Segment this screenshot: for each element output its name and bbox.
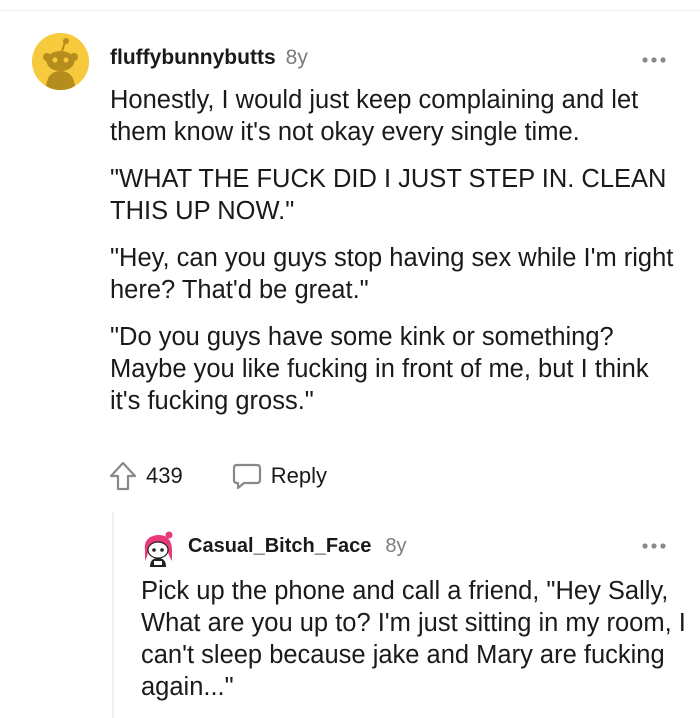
reply-body: Pick up the phone and call a friend, "He…	[141, 577, 686, 701]
reply-icon[interactable]	[231, 462, 263, 490]
reply-age: 8y	[385, 535, 407, 557]
comment-author[interactable]: fluffybunnybutts	[110, 46, 276, 70]
reply-avatar[interactable]	[141, 531, 175, 567]
comment-paragraph: Honestly, I would just keep complaining …	[110, 86, 639, 146]
avatar[interactable]	[32, 33, 89, 90]
more-dots-icon	[642, 543, 666, 549]
comment-header: fluffybunnybutts 8y	[110, 46, 308, 78]
reply-author[interactable]: Casual_Bitch_Face	[188, 535, 371, 558]
more-options-button[interactable]	[640, 50, 670, 70]
comment-paragraph: "Do you guys have some kink or something…	[110, 323, 649, 415]
comment-body: Honestly, I would just keep complaining …	[110, 84, 680, 432]
reply-button[interactable]: Reply	[271, 463, 327, 489]
top-divider	[0, 10, 700, 11]
comment-age: 8y	[285, 46, 308, 69]
comment-actions: 439 Reply	[108, 458, 327, 494]
reply-header: Casual_Bitch_Face 8y	[188, 535, 407, 563]
vote-count: 439	[146, 463, 183, 488]
upvote-icon[interactable]	[108, 460, 138, 492]
snoo-pink-hair-avatar-icon	[144, 531, 173, 567]
comment-paragraph: "WHAT THE FUCK DID I JUST STEP IN. CLEAN…	[110, 165, 667, 225]
comment-paragraph: "Hey, can you guys stop having sex while…	[110, 244, 674, 304]
reply-more-options-button[interactable]	[640, 536, 670, 556]
thread-line[interactable]	[112, 512, 114, 718]
more-dots-icon	[642, 57, 666, 63]
snoo-avatar-icon	[32, 33, 89, 90]
